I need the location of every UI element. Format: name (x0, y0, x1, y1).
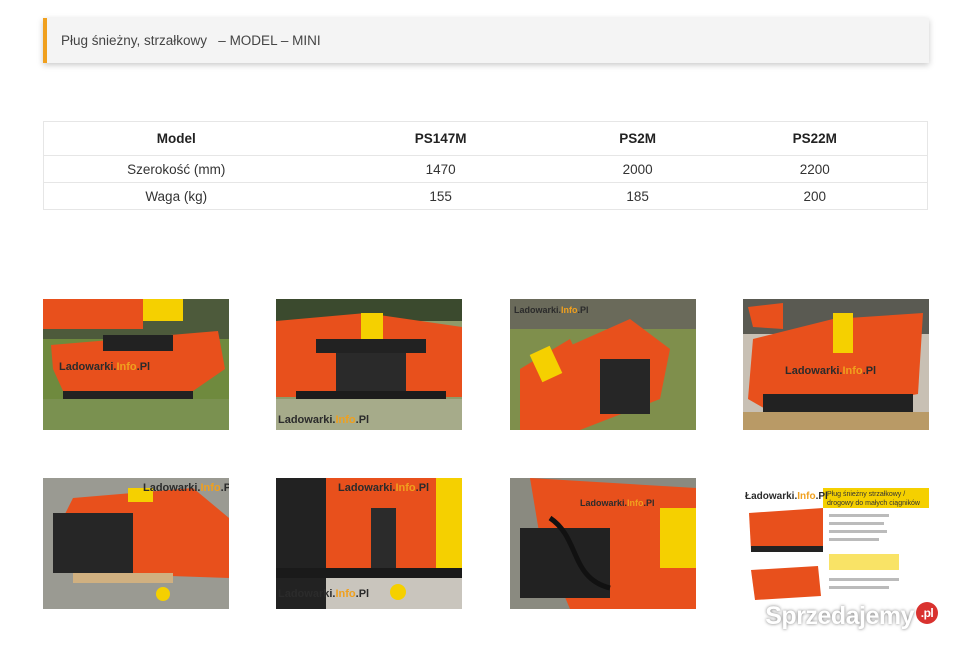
gallery-image-3[interactable]: Ladowarki.Info.Pl (510, 299, 696, 430)
watermark: Ladowarki.Info.Pl (580, 498, 655, 508)
sprzedajemy-logo: Sprzedajemy .pl (765, 602, 938, 631)
gallery-image-7[interactable]: Ladowarki.Info.Pl (510, 478, 696, 609)
gallery-image-8-brochure[interactable]: Ładowarki.Info.Pl Pług śnieżny strzałkow… (743, 478, 929, 609)
brochure-logo: Ładowarki.Info.Pl (745, 491, 828, 502)
logo-badge: .pl (916, 602, 938, 624)
header-ps22m: PS22M (702, 121, 928, 156)
table-cell: 1470 (308, 155, 573, 183)
table-cell: 155 (308, 182, 573, 210)
gallery-image-6[interactable]: Ladowarki.Info.Pl Ladowarki.Info.Pl (276, 478, 462, 609)
header-model: Model (43, 121, 309, 156)
table-cell: 2000 (572, 155, 703, 183)
table-cell: 200 (702, 182, 928, 210)
gallery-image-1[interactable]: Ladowarki.Info.Pl (43, 299, 229, 430)
gallery-image-5[interactable]: Ladowarki.Info.Pl (43, 478, 229, 609)
gallery-image-2[interactable]: Ladowarki.Info.Pl (276, 299, 462, 430)
table-cell: 185 (572, 182, 703, 210)
watermark: Ladowarki.Info.Pl (338, 482, 430, 494)
table-header-row: Model PS147M PS2M PS22M (43, 121, 928, 156)
header-ps147m: PS147M (308, 121, 573, 156)
watermark: Ladowarki.Info.Pl (143, 482, 229, 494)
watermark: Ladowarki.Info.Pl (59, 361, 151, 373)
watermark: Ladowarki.Info.Pl (278, 414, 370, 426)
watermark: Ladowarki.Info.Pl (278, 588, 370, 600)
table-row: Waga (kg) 155 185 200 (43, 182, 928, 210)
spec-table: Model PS147M PS2M PS22M Szerokość (mm) 1… (43, 121, 928, 210)
watermark: Ladowarki.Info.Pl (785, 365, 877, 377)
table-cell: Waga (kg) (43, 182, 309, 210)
watermark: Ladowarki.Info.Pl (514, 305, 589, 315)
gallery-image-4[interactable]: Ladowarki.Info.Pl (743, 299, 929, 430)
table-cell: 2200 (702, 155, 928, 183)
notice-box: Pług śnieżny, strzałkowy – MODEL – MINI (43, 18, 929, 63)
header-ps2m: PS2M (572, 121, 703, 156)
table-row: Szerokość (mm) 1470 2000 2200 (43, 155, 928, 183)
brochure-heading: Pług śnieżny strzałkowy / drogowy do mał… (827, 491, 920, 507)
notice-text: Pług śnieżny, strzałkowy – MODEL – MINI (61, 33, 321, 48)
table-cell: Szerokość (mm) (43, 155, 309, 183)
